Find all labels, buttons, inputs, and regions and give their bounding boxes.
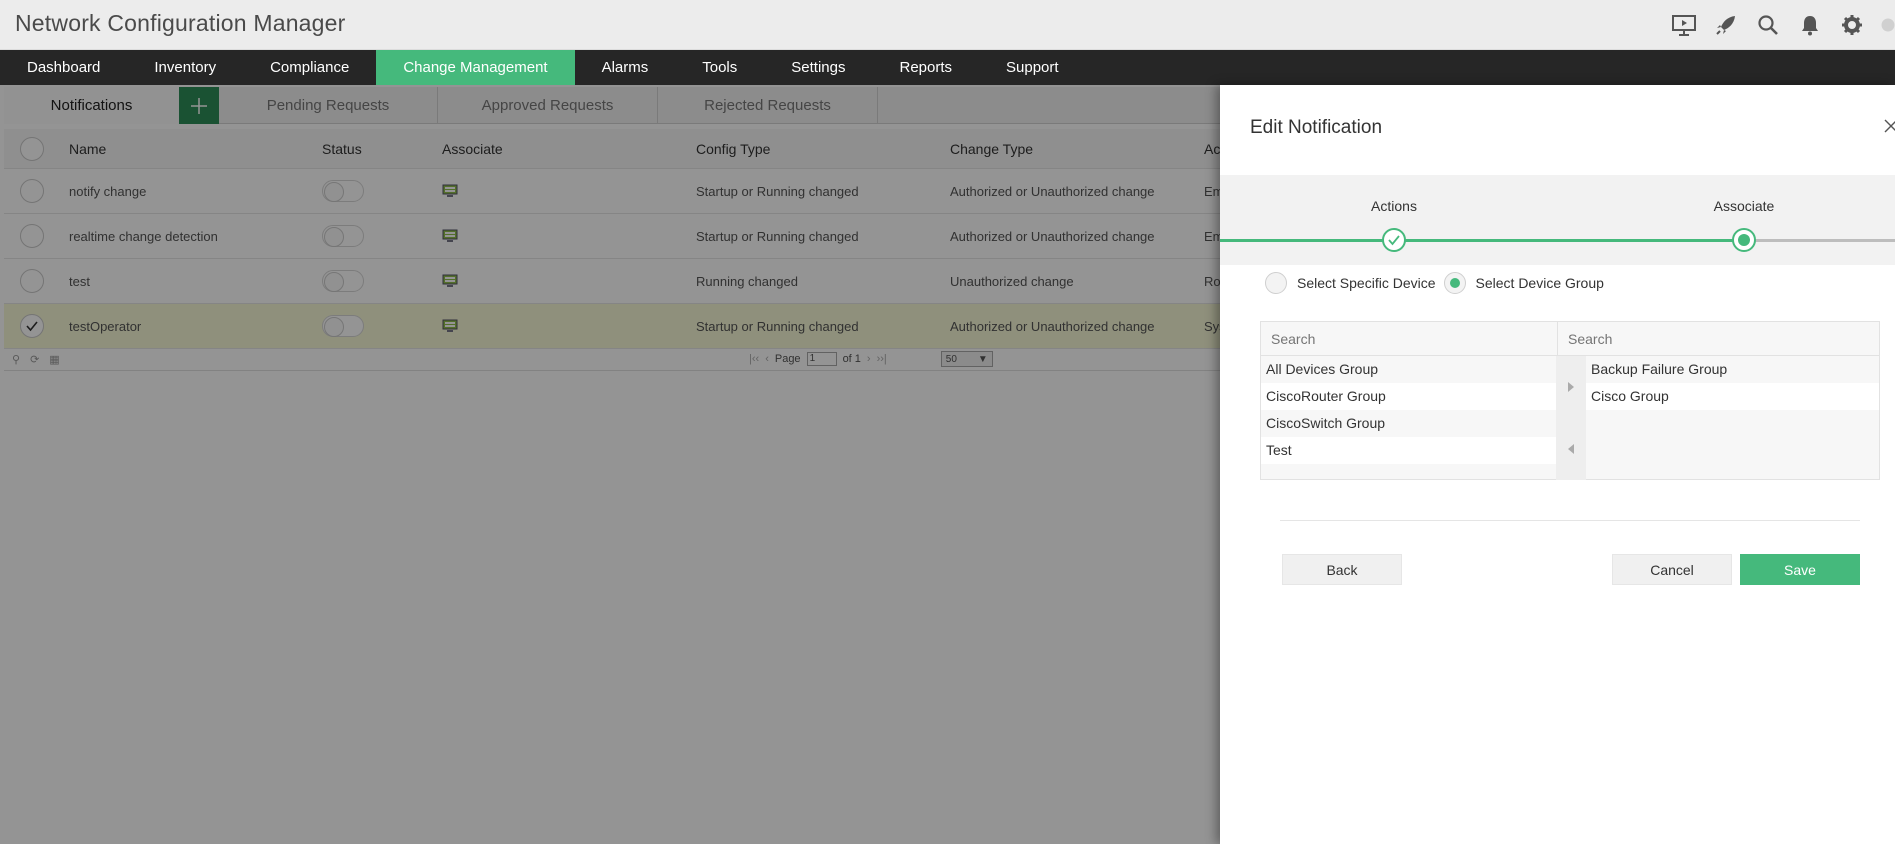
nav-settings[interactable]: Settings xyxy=(764,50,872,85)
rocket-icon[interactable] xyxy=(1713,12,1739,38)
available-search-input[interactable] xyxy=(1261,322,1558,356)
header-icons xyxy=(1671,12,1895,38)
nav-alarms[interactable]: Alarms xyxy=(575,50,676,85)
presentation-icon[interactable] xyxy=(1671,12,1697,38)
list-mover xyxy=(1556,356,1586,480)
step-associate-label: Associate xyxy=(1713,198,1775,214)
move-right-button[interactable] xyxy=(1556,356,1586,418)
app-header: Network Configuration Manager xyxy=(0,0,1895,50)
list-item[interactable]: Test xyxy=(1261,437,1556,464)
arrow-left-icon xyxy=(1568,444,1574,454)
device-selection-mode: Select Specific Device Select Device Gro… xyxy=(1265,272,1604,294)
nav-dashboard[interactable]: Dashboard xyxy=(0,50,127,85)
list-item[interactable]: All Devices Group xyxy=(1261,356,1556,383)
nav-inventory[interactable]: Inventory xyxy=(127,50,243,85)
save-button[interactable]: Save xyxy=(1740,554,1860,585)
progress-line-complete xyxy=(1220,239,1744,242)
edit-notification-panel: Edit Notification Actions Associate Sele… xyxy=(1220,85,1895,844)
radio-specific-device[interactable] xyxy=(1265,272,1287,294)
nav-compliance[interactable]: Compliance xyxy=(243,50,376,85)
radio-device-group[interactable] xyxy=(1443,272,1466,294)
arrow-right-icon xyxy=(1568,382,1574,392)
nav-support[interactable]: Support xyxy=(979,50,1086,85)
wizard-stepper: Actions Associate xyxy=(1220,175,1895,265)
avatar[interactable] xyxy=(1881,12,1895,38)
search-icon[interactable] xyxy=(1755,12,1781,38)
selected-search-input[interactable] xyxy=(1558,322,1879,356)
gear-icon[interactable] xyxy=(1839,12,1865,38)
step-actions-label: Actions xyxy=(1371,198,1417,214)
list-item[interactable]: Backup Failure Group xyxy=(1586,356,1879,383)
list-item[interactable]: CiscoSwitch Group xyxy=(1261,410,1556,437)
nav-reports[interactable]: Reports xyxy=(872,50,979,85)
available-groups-list: All Devices Group CiscoRouter Group Cisc… xyxy=(1261,356,1556,464)
move-left-button[interactable] xyxy=(1556,418,1586,480)
app-title: Network Configuration Manager xyxy=(15,10,346,36)
active-step-dot xyxy=(1738,234,1750,246)
step-actions[interactable] xyxy=(1382,228,1406,252)
progress-line-remaining xyxy=(1744,239,1895,242)
modal-backdrop[interactable] xyxy=(0,85,1220,844)
bell-icon[interactable] xyxy=(1797,12,1823,38)
nav-tools[interactable]: Tools xyxy=(675,50,764,85)
panel-title: Edit Notification xyxy=(1250,117,1383,138)
list-item[interactable]: Cisco Group xyxy=(1586,383,1879,410)
close-icon[interactable] xyxy=(1883,117,1895,140)
list-item[interactable]: CiscoRouter Group xyxy=(1261,383,1556,410)
nav-change-management[interactable]: Change Management xyxy=(376,50,575,85)
divider xyxy=(1280,520,1860,521)
group-selector: All Devices Group CiscoRouter Group Cisc… xyxy=(1260,321,1880,480)
back-button[interactable]: Back xyxy=(1282,554,1402,585)
cancel-button[interactable]: Cancel xyxy=(1612,554,1732,585)
check-icon xyxy=(1388,235,1400,246)
step-associate[interactable] xyxy=(1732,228,1756,252)
radio-device-group-label[interactable]: Select Device Group xyxy=(1476,275,1604,291)
selected-groups-list: Backup Failure Group Cisco Group xyxy=(1586,356,1879,410)
main-nav: Dashboard Inventory Compliance Change Ma… xyxy=(0,50,1895,85)
radio-specific-device-label[interactable]: Select Specific Device xyxy=(1297,275,1436,291)
